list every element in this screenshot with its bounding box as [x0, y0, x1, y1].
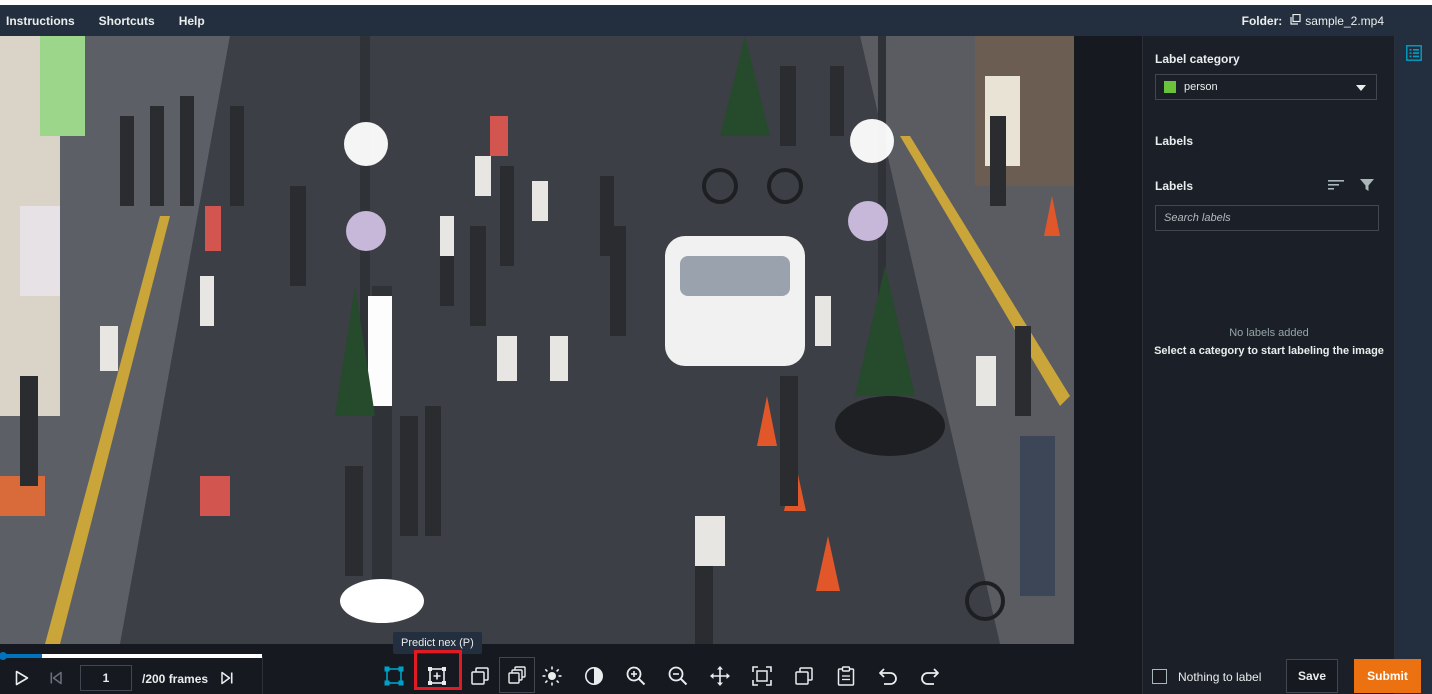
toolbar-divider — [262, 656, 263, 694]
category-value: person — [1184, 81, 1218, 93]
play-icon[interactable] — [5, 661, 39, 694]
nothing-to-label-checkbox[interactable] — [1152, 669, 1167, 684]
save-button[interactable]: Save — [1286, 659, 1338, 693]
brightness-icon[interactable] — [535, 659, 569, 693]
category-color-swatch — [1164, 81, 1176, 93]
folder-name: sample_2.mp4 — [1305, 13, 1384, 28]
skip-to-end-icon[interactable] — [210, 661, 244, 694]
empty-state-subtitle: Select a category to start labeling the … — [1154, 345, 1384, 357]
submit-button[interactable]: Submit — [1354, 659, 1421, 693]
total-frames-label: /200 frames — [142, 672, 209, 686]
empty-state-title: No labels added — [1229, 327, 1309, 339]
street-scene-image — [0, 36, 1074, 644]
skip-to-start-icon[interactable] — [39, 661, 73, 694]
fit-screen-icon[interactable] — [745, 659, 779, 693]
chevron-down-icon — [1356, 85, 1366, 91]
folder-label: Folder: — [1241, 13, 1283, 28]
copy-to-all-icon[interactable] — [499, 657, 535, 693]
undo-icon[interactable] — [871, 659, 905, 693]
sort-icon[interactable] — [1328, 178, 1344, 197]
label-list-icon[interactable] — [1406, 45, 1422, 66]
canvas-margin — [1074, 36, 1142, 652]
label-category-select[interactable]: person — [1155, 74, 1377, 100]
top-menu-bar: Instructions Shortcuts Help Folder: samp… — [0, 5, 1432, 36]
zoom-in-icon[interactable] — [619, 659, 653, 693]
redo-icon[interactable] — [913, 659, 947, 693]
move-icon[interactable] — [703, 659, 737, 693]
instructions-menu[interactable]: Instructions — [0, 14, 87, 28]
nothing-to-label-text: Nothing to label — [1178, 669, 1262, 684]
side-rail — [1394, 36, 1432, 694]
shortcuts-menu[interactable]: Shortcuts — [87, 14, 167, 28]
help-menu[interactable]: Help — [167, 14, 217, 28]
nothing-to-label-toggle[interactable]: Nothing to label — [1152, 669, 1261, 684]
labels-section-heading: Labels — [1155, 134, 1194, 148]
copy-to-next-icon[interactable] — [463, 659, 497, 693]
filter-icon[interactable] — [1360, 178, 1374, 197]
predict-next-icon[interactable] — [420, 659, 454, 693]
zoom-out-icon[interactable] — [661, 659, 695, 693]
copy-icon[interactable] — [787, 659, 821, 693]
paste-icon[interactable] — [829, 659, 863, 693]
folder-info: Folder: sample_2.mp4 — [1242, 5, 1384, 36]
video-frame-canvas[interactable] — [0, 36, 1074, 644]
search-labels-input[interactable] — [1155, 205, 1379, 231]
label-category-heading: Label category — [1155, 52, 1240, 66]
file-icon — [1290, 13, 1305, 28]
timeline-slider[interactable] — [0, 644, 262, 660]
labels-list-heading: Labels — [1155, 179, 1194, 193]
predict-next-tooltip: Predict nex (P) — [393, 632, 482, 654]
contrast-icon[interactable] — [577, 659, 611, 693]
bounding-box-icon[interactable] — [377, 659, 411, 693]
labels-panel: Label category person Labels Labels No l… — [1142, 36, 1394, 694]
current-frame-input[interactable] — [80, 665, 132, 691]
